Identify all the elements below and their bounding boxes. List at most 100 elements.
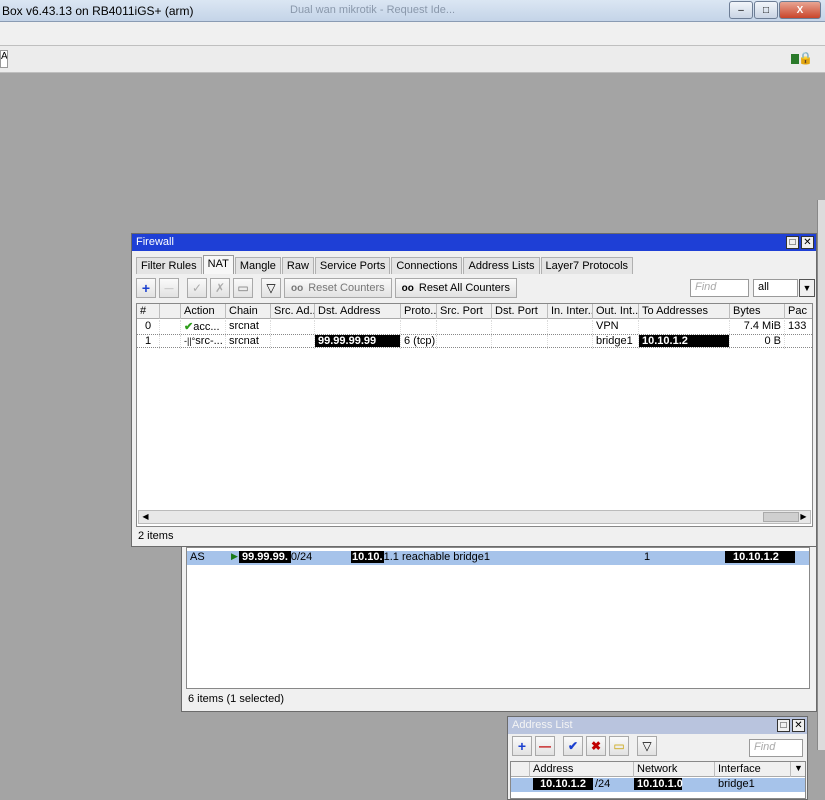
col-to-addresses[interactable]: To Addresses [639, 304, 730, 319]
address-row-flag [511, 778, 533, 792]
route-status: 6 items (1 selected) [188, 693, 284, 705]
col-in-interface[interactable]: In. Inter... [548, 304, 593, 319]
table-header: # Action Chain Src. Ad... Dst. Address P… [137, 304, 812, 319]
filter-dropdown-icon[interactable]: ▼ [799, 279, 815, 297]
row-bytes: 0 B [730, 335, 785, 349]
disable-button[interactable]: ✗ [210, 278, 230, 298]
tab-nat[interactable]: NAT [202, 255, 234, 274]
table-row[interactable]: 1 -||°src-... srcnat 99.99.99.99 6 (tcp)… [137, 334, 812, 349]
row-flag [160, 320, 181, 334]
address-list-title: Address List [512, 719, 573, 731]
col-src-port[interactable]: Src. Port [437, 304, 492, 319]
row-flag [160, 335, 181, 349]
remove-button[interactable]: — [159, 278, 179, 298]
filter-select[interactable]: all [753, 279, 798, 297]
col-src-address[interactable]: Src. Ad... [271, 304, 315, 319]
srcnat-icon: -||° [184, 336, 196, 346]
add-button[interactable]: + [136, 278, 156, 298]
col-chain[interactable]: Chain [226, 304, 271, 319]
nat-rules-grid: # Action Chain Src. Ad... Dst. Address P… [136, 303, 813, 527]
col-address[interactable]: Address [530, 762, 634, 777]
window-controls: – □ X [728, 1, 821, 19]
minimize-button[interactable]: – [729, 1, 753, 19]
address-redacted: 10.10.1.2 [533, 778, 593, 790]
route-list-window: AS ▶ 99.99.99. 0/24 10.10.1.1 reachable b… [181, 540, 817, 712]
col-out-interface[interactable]: Out. Int... [593, 304, 639, 319]
row-action: -||°src-... [181, 335, 226, 349]
table-row[interactable]: 10.10.1.2/24 10.10.1.0 bridge1 [511, 778, 805, 792]
row-chain: srcnat [226, 320, 271, 334]
app-titlebar: Box v6.43.13 on RB4011iGS+ (arm) Dual wa… [0, 0, 825, 22]
row-inif [548, 335, 593, 349]
add-icon[interactable]: + [512, 736, 532, 756]
route-pref-cell: 10.10.1.2 [725, 551, 805, 565]
maximize-button[interactable]: □ [754, 1, 778, 19]
col-flag[interactable] [160, 304, 181, 319]
row-to: 10.10.1.2 [639, 335, 730, 349]
maximize-icon[interactable]: □ [786, 236, 799, 249]
horizontal-scrollbar[interactable]: ◀ ▶ [138, 510, 811, 524]
enable-button[interactable]: ✓ [187, 278, 207, 298]
filter-button[interactable]: ▽ [261, 278, 281, 298]
tab-connections[interactable]: Connections [391, 257, 463, 274]
col-dropdown-icon[interactable]: ▼ [791, 762, 805, 777]
col-protocol[interactable]: Proto... [401, 304, 437, 319]
reset-all-counters-button[interactable]: oo Reset All Counters [394, 278, 517, 298]
tab-address-lists[interactable]: Address Lists [463, 257, 540, 274]
col-interface[interactable]: Interface [715, 762, 791, 777]
find-input[interactable]: Find [690, 279, 749, 297]
tab-service-ports[interactable]: Service Ports [314, 257, 391, 274]
row-num: 0 [137, 320, 160, 334]
row-proto: 6 (tcp) [401, 335, 437, 349]
route-play-icon: ▶ [231, 551, 238, 561]
counter-icon: oo [291, 282, 304, 294]
address-find-input[interactable]: Find [749, 739, 803, 757]
close-icon[interactable]: ✕ [801, 236, 814, 249]
scroll-right-icon[interactable]: ▶ [797, 511, 810, 523]
route-distance: 1 [644, 551, 651, 563]
col-network[interactable]: Network [634, 762, 715, 777]
remove-icon[interactable]: — [535, 736, 555, 756]
col-dst-port[interactable]: Dst. Port [492, 304, 548, 319]
col-packets[interactable]: Pac [785, 304, 812, 319]
tab-filter-rules[interactable]: Filter Rules [136, 257, 202, 274]
close-icon[interactable]: ✕ [792, 719, 805, 732]
row-dport [492, 335, 548, 349]
comment-button[interactable]: ▭ [233, 278, 253, 298]
comment-icon[interactable]: ▭ [609, 736, 629, 756]
tab-layer7-protocols[interactable]: Layer7 Protocols [540, 257, 634, 274]
counter-all-icon: oo [401, 282, 414, 294]
firewall-toolbar: + — ✓ ✗ ▭ ▽ oo Reset Counters oo Reset A… [132, 275, 816, 301]
row-src [271, 320, 315, 334]
enable-icon[interactable]: ✔ [563, 736, 583, 756]
address-cell: 10.10.1.2/24 [533, 778, 634, 792]
table-row[interactable]: AS ▶ 99.99.99. 0/24 10.10.1.1 reachable b… [187, 551, 809, 565]
toolbar-field[interactable]: A [0, 50, 8, 68]
firewall-status: 2 items [138, 530, 174, 542]
address-list-grid: Address Network Interface ▼ 10.10.1.2/24… [510, 761, 806, 799]
col-dst-address[interactable]: Dst. Address [315, 304, 401, 319]
tab-mangle[interactable]: Mangle [234, 257, 281, 274]
row-action-label: src-... [195, 335, 223, 347]
address-list-window-controls: □ ✕ [775, 719, 805, 732]
firewall-tabs: Filter Rules NAT Mangle Raw Service Port… [132, 251, 816, 275]
menu-band [0, 22, 825, 45]
col-bytes[interactable]: Bytes [730, 304, 785, 319]
col-action[interactable]: Action [181, 304, 226, 319]
table-row[interactable]: 0 ✔acc... srcnat VPN 7.4 MiB 133 [137, 320, 812, 334]
network-redacted: 10.10.1.0 [634, 778, 683, 790]
filter-icon[interactable]: ▽ [637, 736, 657, 756]
route-dst-cell: 99.99.99. 0/24 [239, 551, 351, 565]
row-action: ✔acc... [181, 320, 226, 334]
row-sport [437, 320, 492, 334]
row-chain: srcnat [226, 335, 271, 349]
scroll-left-icon[interactable]: ◀ [139, 511, 152, 523]
disable-icon[interactable]: ✖ [586, 736, 606, 756]
tab-raw[interactable]: Raw [281, 257, 314, 274]
route-pref-source: 10.10.1.2 [725, 551, 795, 563]
scroll-thumb[interactable] [763, 512, 799, 522]
col-num[interactable]: # [137, 304, 160, 319]
close-button[interactable]: X [779, 1, 821, 19]
reset-counters-button[interactable]: oo Reset Counters [284, 278, 392, 298]
maximize-icon[interactable]: □ [777, 719, 790, 732]
